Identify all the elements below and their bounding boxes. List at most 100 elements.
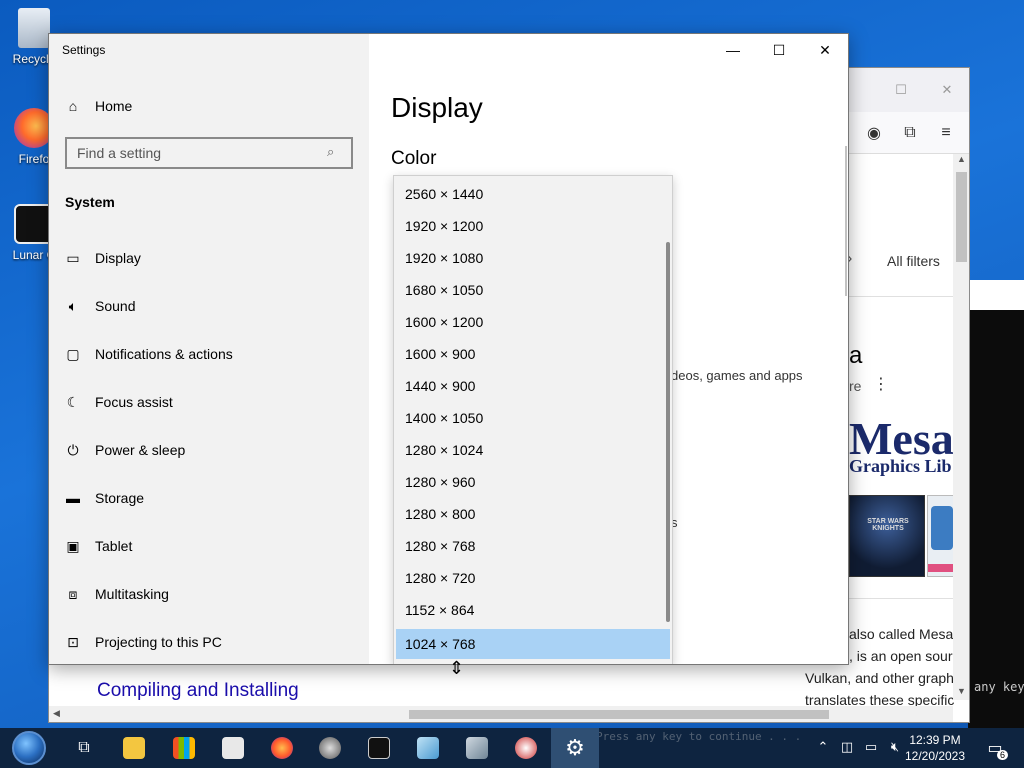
network-icon[interactable]: ▭ (860, 736, 882, 758)
start-button[interactable] (0, 728, 58, 768)
resolution-option-selected[interactable]: 1024 × 768 (396, 629, 670, 659)
taskbar-mail[interactable] (209, 728, 257, 768)
section-heading-link[interactable]: Compiling and Installing (97, 680, 299, 702)
tray-app-icon[interactable]: ◫ (836, 736, 858, 758)
resolution-option[interactable]: 1280 × 768 (396, 531, 670, 561)
task-view-button[interactable]: ⧉ (60, 728, 108, 768)
resolution-option[interactable]: 1600 × 900 (396, 339, 670, 369)
settings-window: Settings ⌂ Home ⌕ System ▭ Display 🔈︎ So… (48, 33, 849, 665)
taskbar-file-explorer[interactable] (110, 728, 158, 768)
scrollbar-thumb[interactable] (956, 172, 967, 262)
taskbar-clock[interactable]: 12:39 PM 12/20/2023 (904, 732, 966, 764)
clock-date: 12/20/2023 (904, 749, 966, 763)
maximize-button[interactable]: ☐ (756, 34, 802, 66)
resolution-option[interactable]: 2560 × 1440 (396, 179, 670, 209)
maximize-icon: ☐ (895, 82, 907, 97)
page-title: Display (391, 92, 483, 123)
taskbar-firefox[interactable] (258, 728, 306, 768)
browser-maximize-button[interactable]: ☐ (879, 68, 923, 112)
scroll-up-icon[interactable]: ▲ (957, 154, 966, 164)
close-button[interactable]: ✕ (802, 34, 848, 66)
nav-label: Notifications & actions (95, 346, 233, 362)
sidebar-item-storage[interactable]: ▬ Storage (49, 475, 369, 523)
logo-subtext: Graphics Lib (849, 456, 952, 476)
resolution-dropdown-list[interactable]: 2560 × 1440 1920 × 1200 1920 × 1080 1680… (393, 175, 673, 664)
scrollbar-thumb[interactable] (409, 710, 829, 719)
monitor-icon: ▭ (66, 249, 80, 266)
sidebar-item-multitasking[interactable]: ⧈ Multitasking (49, 571, 369, 619)
taskbar-command-prompt[interactable] (355, 728, 403, 768)
taskbar-app-photos[interactable] (453, 728, 501, 768)
nav-label: Storage (95, 490, 145, 506)
app-thumbnail[interactable] (927, 495, 956, 577)
browser-horizontal-scrollbar[interactable]: ◀ (49, 706, 953, 722)
browser-close-button[interactable]: ✕ (925, 68, 969, 112)
mail-icon (222, 737, 244, 759)
app-gear-icon (319, 737, 341, 759)
sidebar-item-tablet[interactable]: ▣ Tablet (49, 523, 369, 571)
taskbar-store[interactable] (160, 728, 208, 768)
more-options-icon[interactable]: ⋮ (873, 374, 889, 394)
browser-titlebar[interactable]: ☐ ✕ (849, 68, 969, 112)
game-thumbnail[interactable]: STAR WARS KNIGHTS (849, 495, 925, 577)
console-titlebar[interactable] (968, 280, 1024, 310)
sidebar-item-notifications[interactable]: ▢ Notifications & actions (49, 331, 369, 379)
taskbar-settings[interactable]: ⚙ (551, 728, 599, 768)
folder-icon (123, 737, 145, 759)
more-link[interactable]: re (849, 378, 861, 394)
drive-app-icon (417, 737, 439, 759)
extensions-button[interactable]: ⧉ (895, 118, 925, 148)
resolution-option[interactable]: 1152 × 864 (396, 595, 670, 625)
sidebar-item-sound[interactable]: 🔈︎ Sound (49, 283, 369, 331)
divider (849, 598, 953, 599)
terminal-icon (368, 737, 390, 759)
taskbar-app-compass[interactable] (502, 728, 550, 768)
resolution-option[interactable]: 1280 × 720 (396, 563, 670, 593)
volume-icon[interactable]: 🔇︎ (884, 736, 906, 758)
resolution-option[interactable]: 1920 × 1200 (396, 211, 670, 241)
menu-button[interactable]: ≡ (931, 118, 961, 148)
photos-icon (466, 737, 488, 759)
section-heading: Color (391, 148, 437, 169)
sidebar-item-projecting[interactable]: ⊡ Projecting to this PC (49, 619, 369, 664)
resolution-option[interactable]: 1440 × 900 (396, 371, 670, 401)
nav-home[interactable]: ⌂ Home (49, 83, 369, 131)
sidebar-item-display[interactable]: ▭ Display (49, 235, 369, 283)
browser-vertical-scrollbar[interactable]: ▲ ▼ (953, 154, 969, 700)
speaker-muted-icon: 🔇︎ (890, 739, 900, 754)
hamburger-icon: ≡ (941, 124, 951, 141)
action-center-button[interactable]: ▭ 6 (980, 734, 1010, 762)
show-hidden-icons-button[interactable]: ⌃ (812, 736, 834, 758)
sidebar-item-power-sleep[interactable]: ⏻ Power & sleep (49, 427, 369, 475)
power-icon: ⏻ (67, 441, 79, 458)
scroll-down-icon[interactable]: ▼ (957, 686, 966, 696)
account-button[interactable]: ◉ (859, 118, 889, 148)
search-icon[interactable]: ⌕ (327, 144, 345, 162)
thumbnail-caption: STAR WARS KNIGHTS (867, 518, 909, 532)
resolution-option[interactable]: 1680 × 1050 (396, 275, 670, 305)
resolution-option[interactable]: 1280 × 960 (396, 467, 670, 497)
resolution-option[interactable]: 1280 × 800 (396, 499, 670, 529)
mesa-logo-image[interactable]: Mesa Graphics Lib (849, 412, 953, 478)
scroll-left-icon[interactable]: ◀ (53, 708, 60, 719)
maximize-icon: ☐ (772, 41, 786, 58)
message-icon: ▢ (66, 345, 80, 362)
resolution-option[interactable]: 1280 × 1024 (396, 435, 670, 465)
network-icon-glyph: ▭ (864, 739, 878, 754)
find-setting-search[interactable]: ⌕ (65, 137, 353, 169)
resolution-option[interactable]: 1400 × 1050 (396, 403, 670, 433)
dropdown-scrollbar[interactable] (666, 242, 670, 622)
tablet-icon: ▣ (66, 537, 80, 554)
background-console-text: Press any key to continue . . . (596, 730, 802, 743)
browser-toolbar: ◉ ⧉ ≡ (849, 112, 969, 154)
resolution-option[interactable]: 1600 × 1200 (396, 307, 670, 337)
sidebar-item-focus-assist[interactable]: ☾ Focus assist (49, 379, 369, 427)
settings-scrollbar[interactable] (845, 146, 847, 296)
minimize-button[interactable]: — (710, 34, 756, 66)
snippet-line: Vulkan, and other graph (805, 670, 954, 686)
taskbar-app-drive[interactable] (404, 728, 452, 768)
all-filters-button[interactable]: All filters (887, 253, 940, 269)
taskbar-app-gear[interactable] (306, 728, 354, 768)
search-input[interactable] (67, 139, 317, 167)
resolution-option[interactable]: 1920 × 1080 (396, 243, 670, 273)
